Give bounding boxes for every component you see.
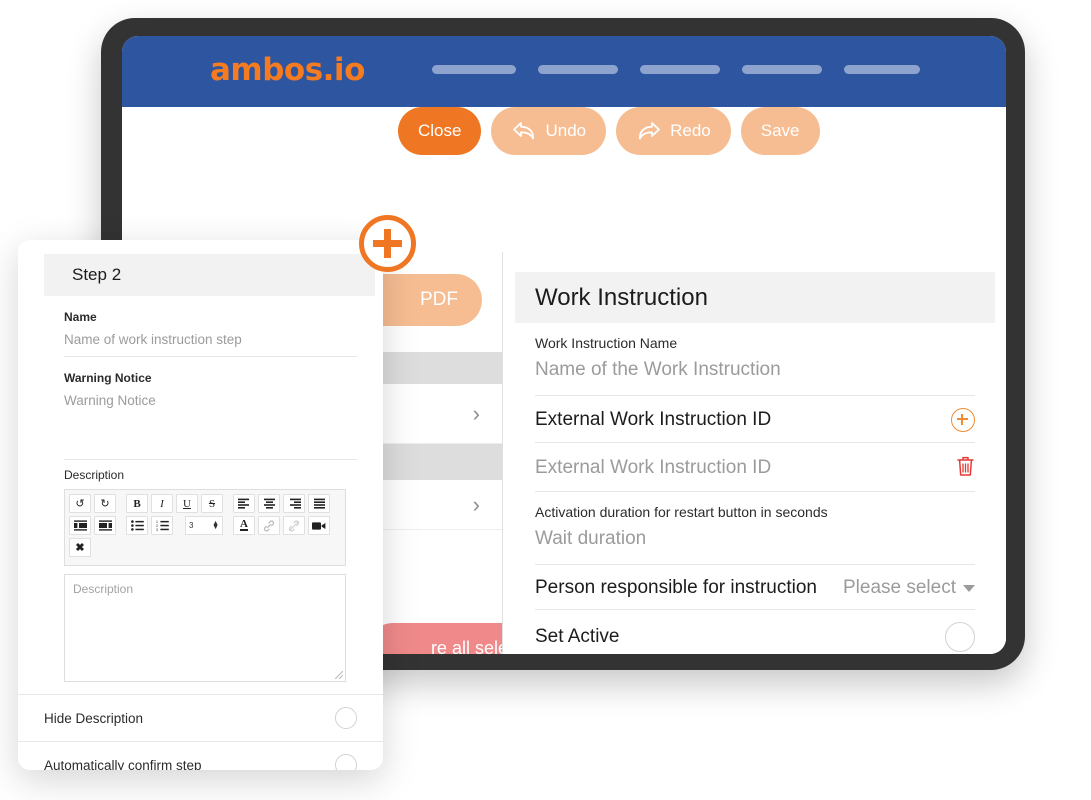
description-placeholder: Description — [73, 582, 134, 596]
align-left-icon[interactable] — [233, 494, 255, 513]
step-detail-card: Step 2 Name Name of work instruction ste… — [18, 240, 383, 770]
text-color-icon[interactable]: A — [233, 516, 255, 535]
step-name-input[interactable]: Name of work instruction step — [64, 332, 357, 356]
strikethrough-icon[interactable]: S — [201, 494, 223, 513]
work-instruction-name-label: Work Instruction Name — [535, 335, 678, 351]
close-button-label: Close — [418, 121, 462, 140]
chevron-right-icon-2: › — [472, 491, 480, 517]
step-card-body: Name Name of work instruction step Warni… — [18, 310, 383, 682]
add-external-id-icon[interactable] — [951, 408, 975, 432]
work-instruction-body: Work Instruction Name Name of the Work I… — [515, 323, 995, 654]
undo-arrow-icon — [511, 120, 537, 142]
italic-icon[interactable]: I — [151, 494, 173, 513]
nav-pill-4[interactable] — [742, 65, 822, 74]
align-justify-icon[interactable] — [308, 494, 330, 513]
nav-pill-1[interactable] — [432, 65, 516, 74]
rte-row-3: ✖ — [69, 538, 341, 557]
person-responsible-label: Person responsible for instruction — [535, 577, 817, 598]
save-button[interactable]: Save — [740, 107, 820, 155]
step-card-header: Step 2 — [44, 254, 375, 296]
undo-button-label: Undo — [545, 121, 587, 140]
hide-description-toggle[interactable] — [335, 707, 357, 729]
person-responsible-value: Please select — [842, 577, 956, 598]
app-header: ambos.io — [122, 36, 1006, 107]
step-warning-field: Warning Notice Warning Notice — [64, 371, 357, 417]
redo-arrow-icon — [636, 120, 662, 142]
person-responsible-select[interactable]: Please select — [843, 577, 975, 599]
brand-logo: ambos.io — [210, 52, 365, 88]
activation-duration-label: Activation duration for restart button i… — [535, 504, 828, 520]
set-active-toggle[interactable] — [945, 622, 975, 652]
activation-duration-field: Activation duration for restart button i… — [535, 492, 975, 565]
redo-button-label: Redo — [670, 121, 711, 140]
set-active-label: Set Active — [535, 626, 620, 647]
numbered-list-icon[interactable]: 123 — [151, 516, 173, 535]
external-id-header-row: External Work Instruction ID — [535, 396, 975, 443]
activation-duration-input[interactable]: Wait duration — [535, 528, 975, 556]
nav-placeholder-group — [432, 65, 920, 74]
undo-button[interactable]: Undo — [491, 107, 607, 155]
external-id-input[interactable]: External Work Instruction ID — [535, 457, 771, 479]
add-circle-icon[interactable] — [359, 215, 416, 272]
pdf-button-label: PDF — [420, 289, 458, 310]
chevron-right-icon: › — [472, 400, 480, 426]
step-warning-label: Warning Notice — [64, 371, 152, 385]
video-icon[interactable] — [308, 516, 330, 535]
redo-icon[interactable]: ↻ — [94, 494, 116, 513]
remove-all-selected-button[interactable]: re all selected — [368, 623, 502, 654]
resize-handle[interactable] — [335, 671, 343, 679]
rte-row-2: 123 3 ▲ ▼ A — [69, 516, 341, 535]
set-active-row: Set Active — [535, 610, 975, 654]
step-description-label: Description — [64, 468, 125, 482]
external-id-value-row: External Work Instruction ID — [535, 443, 975, 492]
bold-icon[interactable]: B — [126, 494, 148, 513]
work-instruction-name-field: Work Instruction Name Name of the Work I… — [535, 323, 975, 396]
rich-text-toolbar: ↺ ↻ B I U S 1 2 3 3 ▲ ▼ A ✖ — [64, 489, 346, 566]
work-instruction-title: Work Instruction — [535, 283, 708, 311]
font-size-stepper[interactable]: 3 ▲ ▼ — [185, 516, 223, 535]
screenshot-root: ambos.io Close Undo Redo Save PDF › › re… — [0, 0, 1091, 800]
auto-confirm-row: Automatically confirm step — [18, 741, 383, 770]
stepper-arrows-icon[interactable]: ▲ ▼ — [212, 520, 219, 531]
close-button[interactable]: Close — [398, 107, 482, 155]
nav-pill-5[interactable] — [844, 65, 920, 74]
external-id-label: External Work Instruction ID — [535, 409, 772, 430]
align-center-icon[interactable] — [258, 494, 280, 513]
step-name-field: Name Name of work instruction step — [64, 310, 357, 357]
step-field-spacer — [64, 417, 357, 460]
auto-confirm-toggle[interactable] — [335, 754, 357, 770]
description-textarea[interactable]: Description — [64, 574, 346, 682]
work-instruction-header: Work Instruction — [515, 272, 995, 323]
indent-icon[interactable] — [94, 516, 116, 535]
action-button-group: Close Undo Redo Save — [398, 107, 820, 155]
hide-description-label: Hide Description — [44, 710, 144, 726]
hide-description-row: Hide Description — [18, 694, 383, 741]
save-button-label: Save — [760, 121, 800, 140]
redo-button[interactable]: Redo — [616, 107, 731, 155]
remove-all-selected-label: re all selected — [430, 637, 502, 655]
undo-icon[interactable]: ↺ — [69, 494, 91, 513]
work-instruction-panel: Work Instruction Work Instruction Name N… — [503, 252, 1006, 654]
step-name-label: Name — [64, 310, 97, 324]
rte-row-1: ↺ ↻ B I U S — [69, 494, 341, 513]
unlink-icon[interactable] — [283, 516, 305, 535]
nav-pill-2[interactable] — [538, 65, 618, 74]
step-card-title: Step 2 — [72, 265, 122, 284]
clear-formatting-icon[interactable]: ✖ — [69, 538, 91, 557]
nav-pill-3[interactable] — [640, 65, 720, 74]
trash-icon[interactable] — [956, 455, 975, 481]
chevron-down-icon — [963, 584, 975, 592]
font-size-value: 3 — [189, 521, 194, 530]
work-instruction-name-input[interactable]: Name of the Work Instruction — [535, 359, 975, 387]
align-right-icon[interactable] — [283, 494, 305, 513]
auto-confirm-label: Automatically confirm step — [44, 757, 202, 771]
person-responsible-row[interactable]: Person responsible for instruction Pleas… — [535, 565, 975, 610]
underline-icon[interactable]: U — [176, 494, 198, 513]
bullet-list-icon[interactable] — [126, 516, 148, 535]
work-instruction-card: Work Instruction Work Instruction Name N… — [515, 272, 995, 654]
link-icon[interactable] — [258, 516, 280, 535]
step-warning-input[interactable]: Warning Notice — [64, 393, 357, 417]
svg-text:3: 3 — [156, 528, 158, 531]
outdent-icon[interactable] — [69, 516, 91, 535]
